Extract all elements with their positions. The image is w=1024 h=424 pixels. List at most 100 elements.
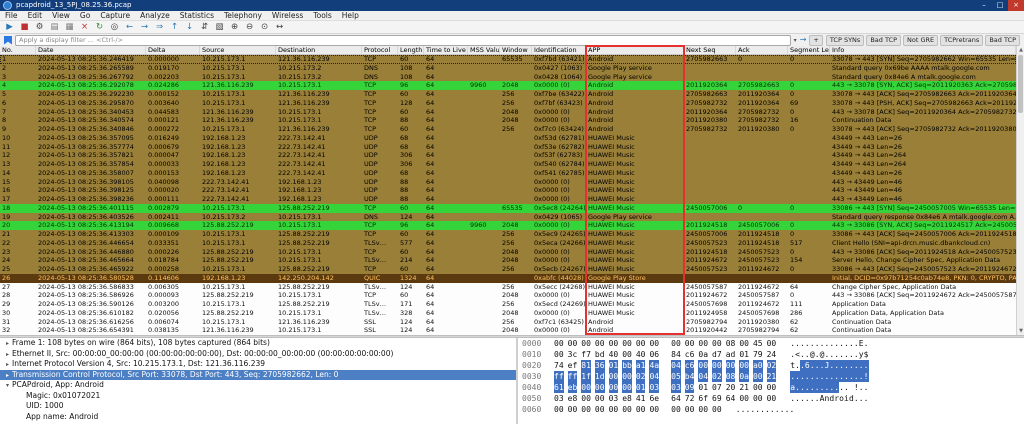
packet-row-20[interactable]: 202024-05-13 08:25:36.4131940.009668125.… xyxy=(0,221,1016,230)
column-header-destination[interactable]: Destination xyxy=(276,46,362,54)
column-header-source[interactable]: Source xyxy=(200,46,276,54)
filter-button-tcp-syns-1[interactable]: TCP SYNs xyxy=(826,35,864,46)
hex-line[interactable]: 005003e8000003e8416e64726f6964000000....… xyxy=(518,393,1024,404)
menu-go[interactable]: Go xyxy=(75,11,95,21)
close-capture-icon[interactable]: × xyxy=(78,22,91,33)
packet-row-31[interactable]: 312024-05-13 08:25:36.6162560.00607410.2… xyxy=(0,318,1016,327)
menu-analyze[interactable]: Analyze xyxy=(135,11,175,21)
start-capture-icon[interactable]: ▶ xyxy=(3,22,16,33)
column-header-window[interactable]: Window xyxy=(500,46,532,54)
packet-row-5[interactable]: 52024-05-13 08:25:36.2922300.00015210.21… xyxy=(0,90,1016,99)
packet-row-19[interactable]: 192024-05-13 08:25:36.4035260.00241110.2… xyxy=(0,213,1016,222)
packet-row-25[interactable]: 252024-05-13 08:25:36.4659220.00025810.2… xyxy=(0,265,1016,274)
filter-button-bad-tcp-5[interactable]: Bad TCP xyxy=(985,35,1020,46)
packet-row-27[interactable]: 272024-05-13 08:25:36.5868330.00630510.2… xyxy=(0,283,1016,292)
resize-columns-icon[interactable]: ↔ xyxy=(273,22,286,33)
maximize-button[interactable]: □ xyxy=(992,0,1008,11)
detail-line[interactable]: ▸Internet Protocol Version 4, Src: 10.21… xyxy=(0,359,516,370)
column-header-app[interactable]: APP xyxy=(586,46,684,54)
menu-capture[interactable]: Capture xyxy=(95,11,135,21)
expander-icon[interactable]: ▾ xyxy=(3,381,12,391)
packet-row-28[interactable]: 282024-05-13 08:25:36.5869260.000093125.… xyxy=(0,291,1016,300)
packet-row-3[interactable]: 32024-05-13 08:25:36.2677920.00220310.21… xyxy=(0,73,1016,82)
filter-add-button[interactable]: + xyxy=(809,35,822,46)
detail-line[interactable]: ▸Transmission Control Protocol, Src Port… xyxy=(0,370,516,381)
colorize-icon[interactable]: ▧ xyxy=(213,22,226,33)
open-file-icon[interactable]: ▤ xyxy=(48,22,61,33)
column-header-no[interactable]: No. xyxy=(0,46,36,54)
detail-line[interactable]: ▸Ethernet II, Src: 00:00:00_00:00:00 (00… xyxy=(0,349,516,360)
column-header-mss[interactable]: MSS Valu xyxy=(468,46,500,54)
menu-wireless[interactable]: Wireless xyxy=(267,11,308,21)
save-file-icon[interactable]: ▦ xyxy=(63,22,76,33)
hex-line[interactable]: 004061eb0000000001030309010720210000a...… xyxy=(518,382,1024,393)
autoscroll-icon[interactable]: ⇵ xyxy=(198,22,211,33)
expander-icon[interactable]: ▸ xyxy=(3,371,12,381)
expander-icon[interactable]: ▸ xyxy=(3,339,12,349)
filter-bookmark-icon[interactable] xyxy=(4,36,12,45)
stop-capture-icon[interactable]: ■ xyxy=(18,22,31,33)
zoom-out-icon[interactable]: ⊖ xyxy=(243,22,256,33)
menu-edit[interactable]: Edit xyxy=(23,11,48,21)
forward-icon[interactable]: → xyxy=(138,22,151,33)
filter-button-not-gre-3[interactable]: Not GRE xyxy=(903,35,938,46)
filter-apply-icon[interactable]: → xyxy=(800,35,807,45)
menu-help[interactable]: Help xyxy=(337,11,364,21)
packet-row-15[interactable]: 152024-05-13 08:25:36.3981050.040098222.… xyxy=(0,178,1016,187)
filter-button-bad-tcp-2[interactable]: Bad TCP xyxy=(866,35,901,46)
packet-row-22[interactable]: 222024-05-13 08:25:36.4466540.03335110.2… xyxy=(0,239,1016,248)
hex-line[interactable]: 0010003cf7bd4000400684c60ad7ad017924.<..… xyxy=(518,349,1024,360)
hex-line[interactable]: 0030ffff1f1d0000020405b40402080a0021....… xyxy=(518,371,1024,382)
hex-line[interactable]: 002074ef813601bba14a04c600000000a002t..6… xyxy=(518,360,1024,371)
menu-statistics[interactable]: Statistics xyxy=(175,11,219,21)
zoom-in-icon[interactable]: ⊕ xyxy=(228,22,241,33)
expander-icon[interactable]: ▸ xyxy=(3,360,12,370)
display-filter-input[interactable] xyxy=(15,35,791,46)
column-header-delta[interactable]: Delta xyxy=(146,46,200,54)
minimize-button[interactable]: – xyxy=(976,0,992,11)
reload-file-icon[interactable]: ↻ xyxy=(93,22,106,33)
packet-row-26[interactable]: 262024-05-13 08:25:36.5805280.114606192.… xyxy=(0,274,1016,283)
packet-row-29[interactable]: 292024-05-13 08:25:36.5901260.00320010.2… xyxy=(0,300,1016,309)
packet-row-21[interactable]: 212024-05-13 08:25:36.4133030.00010910.2… xyxy=(0,230,1016,239)
packet-row-2[interactable]: 22024-05-13 08:25:36.2655890.01917010.21… xyxy=(0,64,1016,73)
filter-dropdown-icon[interactable]: ▾ xyxy=(794,37,797,44)
column-header-ttl[interactable]: Time to Live xyxy=(424,46,468,54)
detail-line[interactable]: UID: 1000 xyxy=(0,401,516,412)
column-header-seglen[interactable]: Segment Len xyxy=(788,46,830,54)
column-header-identification[interactable]: Identification xyxy=(532,46,586,54)
column-header-date[interactable]: Date xyxy=(36,46,146,54)
capture-options-icon[interactable]: ⚙ xyxy=(33,22,46,33)
packet-row-23[interactable]: 232024-05-13 08:25:36.4468800.000226125.… xyxy=(0,248,1016,257)
packet-row-7[interactable]: 72024-05-13 08:25:36.3404530.044583121.3… xyxy=(0,108,1016,117)
last-packet-icon[interactable]: ↓ xyxy=(183,22,196,33)
menu-tools[interactable]: Tools xyxy=(308,11,336,21)
column-header-nextseq[interactable]: Next Seq xyxy=(684,46,736,54)
packet-row-30[interactable]: 302024-05-13 08:25:36.6101820.020056125.… xyxy=(0,309,1016,318)
packet-list-scrollbar[interactable]: ▲ ▼ xyxy=(1016,46,1024,335)
zoom-reset-icon[interactable]: ⊙ xyxy=(258,22,271,33)
scroll-down-icon[interactable]: ▼ xyxy=(1017,327,1024,335)
first-packet-icon[interactable]: ↑ xyxy=(168,22,181,33)
menu-file[interactable]: File xyxy=(0,11,23,21)
detail-line[interactable]: ▸Frame 1: 108 bytes on wire (864 bits), … xyxy=(0,338,516,349)
column-header-length[interactable]: Length xyxy=(398,46,424,54)
packet-row-12[interactable]: 122024-05-13 08:25:36.3578210.000047192.… xyxy=(0,151,1016,160)
detail-line[interactable]: ▾PCAPdroid, App: Android xyxy=(0,380,516,391)
hex-line[interactable]: 0060000000000000000000000000............ xyxy=(518,404,1024,415)
packet-row-13[interactable]: 132024-05-13 08:25:36.3578540.000033192.… xyxy=(0,160,1016,169)
packet-row-11[interactable]: 112024-05-13 08:25:36.3577740.000679192.… xyxy=(0,143,1016,152)
detail-line[interactable]: Magic: 0x01072021 xyxy=(0,391,516,402)
packet-row-8[interactable]: 82024-05-13 08:25:36.3405740.000121121.3… xyxy=(0,116,1016,125)
hex-line[interactable]: 000000000000000000000000000008004500....… xyxy=(518,338,1024,349)
back-icon[interactable]: ← xyxy=(123,22,136,33)
packet-row-18[interactable]: 182024-05-13 08:25:36.4011150.00287910.2… xyxy=(0,204,1016,213)
packet-row-14[interactable]: 142024-05-13 08:25:36.3580070.000153192.… xyxy=(0,169,1016,178)
scroll-up-icon[interactable]: ▲ xyxy=(1017,46,1024,54)
menu-view[interactable]: View xyxy=(47,11,75,21)
column-header-ack[interactable]: Ack xyxy=(736,46,788,54)
find-packet-icon[interactable]: ◎ xyxy=(108,22,121,33)
packet-row-4[interactable]: 42024-05-13 08:25:36.2920780.024286121.3… xyxy=(0,81,1016,90)
packet-row-32[interactable]: 322024-05-13 08:25:36.6543910.038135121.… xyxy=(0,326,1016,335)
packet-row-10[interactable]: 102024-05-13 08:25:36.3570950.016249192.… xyxy=(0,134,1016,143)
